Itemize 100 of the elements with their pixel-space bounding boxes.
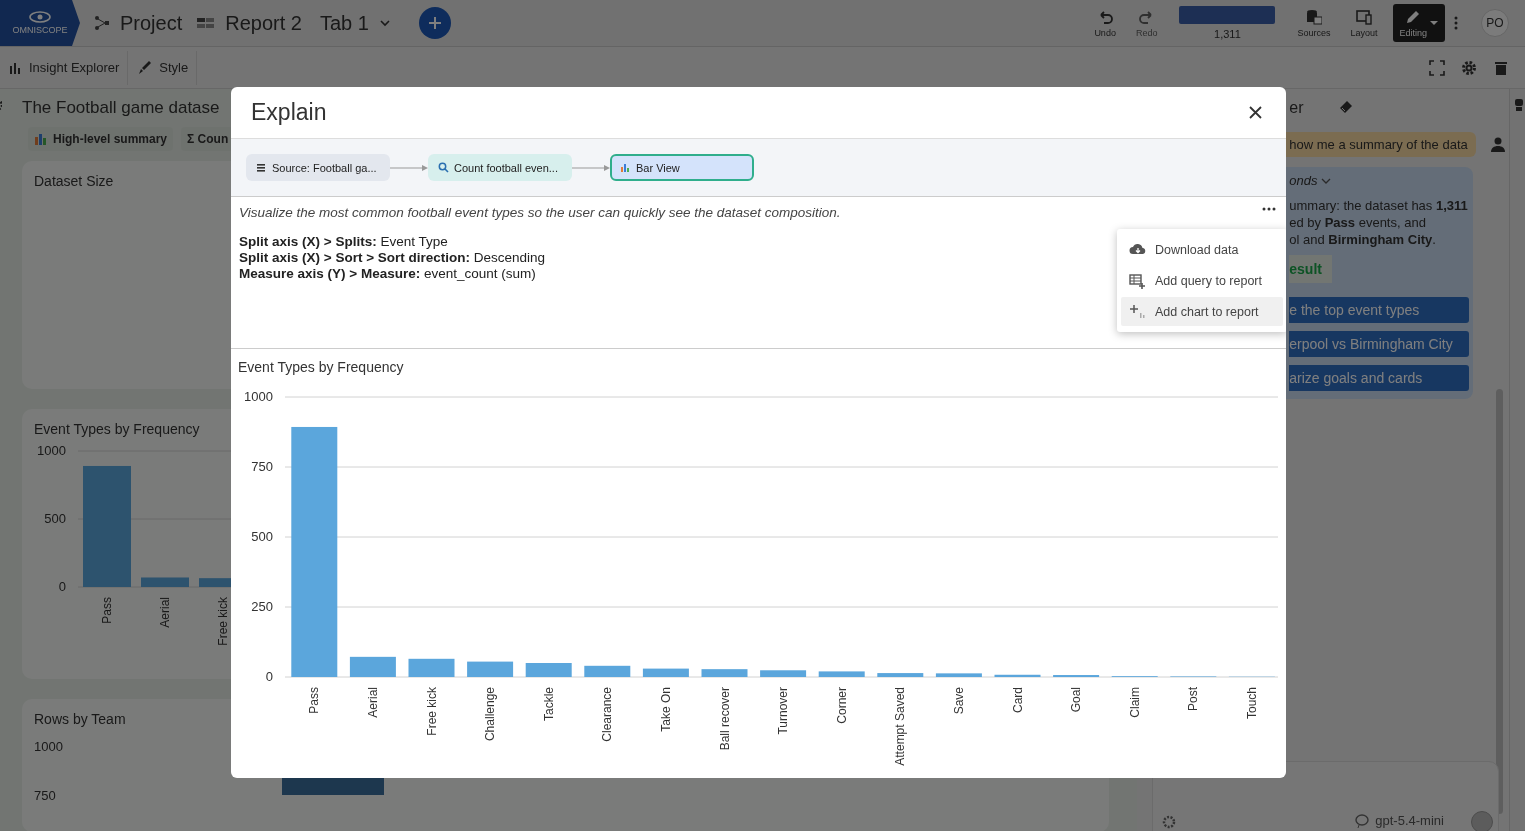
category-label: Clearance	[600, 687, 615, 742]
chart-bar	[642, 668, 689, 677]
answer-text: ed by Pass events, and	[1289, 215, 1426, 230]
pipeline-node[interactable]: Source: Football ga...	[246, 154, 390, 181]
category-label: Tackle	[541, 687, 556, 721]
arrow-icon	[390, 163, 428, 172]
category-label: Challenge	[483, 687, 498, 742]
axis-tick-label: 500	[44, 510, 66, 526]
undo-button[interactable]: Undo	[1088, 8, 1122, 38]
bar-chart-icon	[34, 132, 47, 147]
suggestion-button[interactable]: arize goals and cards	[1289, 365, 1469, 391]
row-count: 1,311	[1214, 28, 1241, 40]
editing-button[interactable]: Editing	[1393, 4, 1445, 42]
more-icon	[1262, 207, 1276, 211]
axis-tick-label: 500	[251, 529, 273, 544]
category-label: Aerial	[365, 687, 380, 718]
model-selector[interactable]: gpt-5.4-mini	[1375, 813, 1444, 828]
category-label: Attempt Saved	[893, 687, 908, 766]
project-link[interactable]: Project	[120, 11, 183, 35]
undo-icon	[1097, 8, 1114, 25]
category-label: Pass	[100, 596, 114, 624]
chart-bar	[935, 673, 982, 677]
logo-text: OMNISCOPE	[12, 25, 68, 35]
chart-bar	[349, 656, 396, 677]
thinking-toggle[interactable]: onds	[1289, 173, 1332, 188]
person-icon	[1489, 136, 1506, 153]
category-label: Turnover	[776, 687, 791, 735]
axis-tick-label: 1000	[244, 389, 273, 404]
robot-icon	[1514, 97, 1524, 113]
summary-chip[interactable]: High-level summary	[28, 127, 174, 152]
axis-tick-label: 750	[251, 459, 273, 474]
card-title: Rows by Team	[34, 711, 126, 727]
pipeline-node[interactable]: Count football even...	[428, 154, 572, 181]
table-add-icon	[1129, 272, 1147, 289]
category-label: Free kick	[216, 596, 230, 646]
setting-line: Split axis (X) > Splits: Event Type	[239, 234, 448, 249]
dialog-title: Explain	[251, 99, 327, 126]
category-label: Pass	[307, 687, 322, 714]
category-label: Post	[1186, 687, 1201, 711]
user-message: how me a summary of the data	[1285, 132, 1476, 157]
chart-bar	[141, 577, 189, 587]
chart-bar	[408, 658, 455, 677]
style-tab[interactable]: Style	[128, 50, 198, 85]
suggestion-button[interactable]: erpool vs Birmingham City	[1289, 331, 1469, 357]
chart-bar	[525, 663, 572, 677]
chart-bar	[584, 665, 631, 677]
add-button[interactable]	[418, 7, 451, 39]
answer-text: ummary: the dataset has 1,311	[1289, 198, 1468, 213]
category-label: Touch	[1244, 687, 1259, 720]
scrollbar[interactable]	[1496, 389, 1503, 814]
tab-dropdown[interactable]: Tab 1	[315, 7, 395, 39]
gear-icon	[1461, 59, 1477, 76]
sources-button[interactable]: Sources	[1291, 8, 1337, 38]
report-page-title: The Football game datase	[22, 98, 220, 119]
insight-explorer-tab[interactable]: Insight Explorer	[0, 50, 129, 85]
layout-button[interactable]: Layout	[1344, 8, 1384, 38]
card-title: Event Types by Frequency	[34, 420, 200, 437]
arrow-icon	[572, 163, 610, 172]
gear-icon	[1162, 815, 1177, 829]
chart-bar	[467, 661, 514, 677]
logo[interactable]: OMNISCOPE	[0, 0, 80, 46]
chart-title: Event Types by Frequency	[238, 359, 405, 375]
axis-tick-label: 250	[251, 599, 273, 614]
more-icon	[1453, 15, 1459, 31]
report-grid-icon	[196, 15, 216, 31]
menu-item[interactable]: Download data	[1121, 235, 1283, 264]
card-title: Dataset Size	[34, 173, 114, 190]
answer-text: ol and Birmingham City.	[1289, 232, 1436, 247]
user-avatar[interactable]: PO	[1481, 9, 1509, 37]
menu-item[interactable]: Add query to report	[1121, 266, 1283, 295]
category-label: Save	[951, 687, 966, 715]
pipeline-node[interactable]: Bar View	[610, 154, 754, 181]
suggestion-button[interactable]: e the top event types	[1289, 297, 1469, 323]
devices-icon	[1355, 8, 1372, 25]
setting-line: Split axis (X) > Sort > Sort direction: Descending	[239, 250, 546, 265]
category-label: Card	[1010, 687, 1025, 713]
result-button[interactable]: esult	[1289, 255, 1332, 283]
flow-icon	[94, 15, 110, 31]
eye-icon	[29, 11, 51, 23]
pencil-icon	[1405, 8, 1422, 25]
trash-icon	[1493, 59, 1509, 76]
plus-icon	[427, 16, 442, 30]
setting-line: Measure axis (Y) > Measure: event_count (sum)	[239, 266, 536, 281]
more-button[interactable]	[1260, 205, 1278, 213]
brush-icon	[136, 59, 153, 76]
chart-bar	[199, 578, 234, 587]
redo-icon	[1138, 8, 1155, 25]
chart-bar	[877, 673, 924, 677]
expand-icon	[1429, 59, 1445, 76]
bar-chart-icon	[620, 162, 631, 173]
search-icon	[438, 162, 449, 173]
close-icon	[1249, 106, 1262, 119]
description-text: Visualize the most common football event types so the user can quickly see the dataset composition.	[239, 205, 841, 220]
database-icon	[1305, 8, 1322, 25]
category-label: Corner	[834, 687, 849, 724]
caret-icon	[1429, 18, 1439, 28]
category-label: Take On	[658, 687, 673, 732]
category-label: Claim	[1127, 687, 1142, 718]
menu-item[interactable]: Add chart to report	[1121, 297, 1283, 326]
axis-tick-label: 0	[265, 669, 273, 684]
